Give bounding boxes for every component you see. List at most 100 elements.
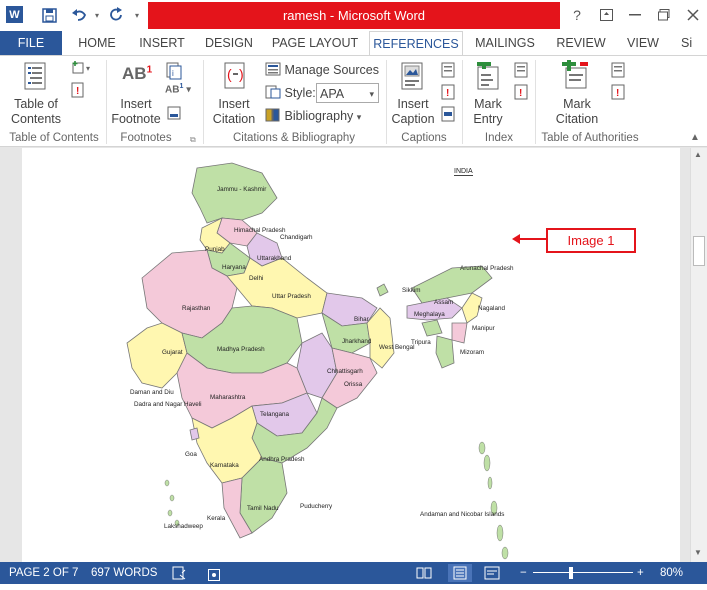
tab-view[interactable]: VIEW [620, 31, 666, 55]
map-label: Jammu - Kashmir [217, 186, 266, 193]
tab-design[interactable]: DESIGN [200, 31, 258, 55]
insert-caption-button[interactable]: Insert Caption [390, 97, 436, 127]
footnote-icon-text: AB [122, 64, 147, 83]
group-label-index: Index [484, 132, 514, 144]
print-layout-icon[interactable] [448, 564, 472, 582]
tab-review[interactable]: REVIEW [552, 31, 610, 55]
vertical-scrollbar[interactable]: ▲ ▼ [690, 148, 707, 562]
manage-sources-button[interactable]: Manage Sources [265, 60, 379, 80]
update-table-of-authorities-icon[interactable]: ! [611, 84, 625, 103]
map-label: Uttar Pradesh [272, 293, 311, 300]
ribbon: Table of Contents ▾ ! Table of Contents … [0, 55, 707, 147]
map-label: Daman and Diu [130, 389, 174, 396]
mark-citation-button[interactable]: Mark Citation [548, 97, 606, 127]
mark-entry-label-2: Entry [473, 112, 503, 126]
map-label: Chhattisgarh [327, 368, 363, 375]
map-label: Mizoram [460, 349, 484, 356]
restore-icon[interactable] [654, 5, 674, 25]
map-label: West Bengal [379, 344, 415, 351]
insert-endnote-icon[interactable]: i [165, 62, 183, 83]
map-label: Haryana [222, 264, 246, 271]
style-icon [265, 85, 281, 99]
close-icon[interactable] [683, 5, 703, 25]
map-label: Telangana [260, 411, 290, 418]
toc-label-1: Table of [14, 97, 58, 111]
next-footnote-icon[interactable]: AB1 ▾ [165, 83, 191, 95]
footnotes-launcher-icon[interactable]: ⧉ [190, 135, 196, 145]
toc-label-2: Contents [10, 112, 62, 126]
scroll-down-icon[interactable]: ▼ [694, 548, 702, 557]
footnote-icon-sup: 1 [146, 64, 153, 76]
word-logo-icon: W [6, 6, 23, 23]
tab-page-layout[interactable]: PAGE LAYOUT [268, 31, 362, 55]
mark-entry-button[interactable]: Mark Entry [466, 97, 510, 127]
zoom-slider-thumb[interactable] [569, 567, 573, 579]
group-divider [203, 60, 204, 144]
tab-file[interactable]: FILE [0, 31, 62, 55]
page-count[interactable]: PAGE 2 OF 7 [9, 562, 78, 584]
scroll-thumb[interactable] [693, 236, 705, 266]
map-label: Puducherry [300, 503, 333, 510]
proofing-icon[interactable] [172, 566, 186, 588]
insert-citation-button[interactable]: Insert Citation [206, 97, 262, 127]
zoom-slider[interactable] [533, 572, 633, 573]
mark-citation-icon [562, 57, 590, 93]
minimize-icon[interactable] [625, 5, 645, 25]
zoom-in-icon[interactable]: + [637, 562, 644, 584]
zoom-out-icon[interactable]: − [520, 562, 527, 584]
table-of-contents-button[interactable]: Table of Contents [5, 97, 67, 127]
zoom-level[interactable]: 80% [660, 562, 683, 584]
map-label: Lakshadweep [164, 523, 203, 530]
ribbon-display-icon[interactable] [596, 5, 616, 25]
insert-footnote-label-2: Footnote [111, 112, 161, 126]
svg-text:(: ( [227, 66, 232, 82]
style-dropdown[interactable]: APA ▾ [316, 83, 379, 103]
callout-arrow-icon [512, 234, 546, 244]
svg-text:!: ! [616, 88, 619, 99]
group-label-footnotes: Footnotes [120, 132, 172, 144]
group-divider [106, 60, 107, 144]
collapse-ribbon-icon[interactable]: ▲ [690, 132, 700, 143]
undo-icon[interactable] [70, 6, 88, 24]
web-layout-icon[interactable] [484, 566, 500, 588]
word-count[interactable]: 697 WORDS [91, 562, 157, 584]
bibliography-label: Bibliography [284, 109, 354, 123]
update-table-icon[interactable]: ! [71, 82, 85, 101]
tab-insert[interactable]: INSERT [134, 31, 190, 55]
india-map-image[interactable]: Jammu - Kashmir Himachal Pradesh Chandig… [122, 158, 642, 568]
svg-text:!: ! [446, 88, 449, 99]
table-of-contents-icon [24, 62, 46, 93]
map-label: Goa [185, 451, 197, 458]
save-icon[interactable] [40, 6, 58, 24]
insert-table-of-authorities-icon[interactable] [611, 62, 625, 81]
help-icon[interactable]: ? [567, 5, 587, 25]
manage-sources-label: Manage Sources [284, 63, 379, 77]
update-index-icon[interactable]: ! [514, 84, 528, 103]
insert-table-of-figures-icon[interactable] [441, 62, 455, 81]
undo-dropdown-icon[interactable]: ▾ [88, 6, 106, 24]
tab-home[interactable]: HOME [70, 31, 124, 55]
map-label: Rajasthan [182, 305, 211, 312]
document-page[interactable]: INDIA Jammu - Kashmir Himachal Pradesh C… [22, 148, 680, 562]
cross-reference-icon[interactable] [441, 106, 455, 125]
insert-footnote-button[interactable]: Insert Footnote [108, 97, 164, 127]
read-mode-icon[interactable] [416, 566, 432, 588]
macro-icon[interactable] [208, 567, 220, 589]
svg-text:i: i [172, 69, 174, 78]
map-label: Assam [434, 299, 453, 306]
customize-toolbar-icon[interactable]: ▾ [128, 6, 146, 24]
redo-icon[interactable] [108, 6, 126, 24]
tab-references[interactable]: REFERENCES [369, 31, 463, 56]
map-label: Himachal Pradesh [234, 227, 286, 234]
tab-mailings[interactable]: MAILINGS [470, 31, 540, 55]
add-text-icon[interactable]: ▾ [71, 61, 93, 78]
group-divider [535, 60, 536, 144]
insert-index-icon[interactable] [514, 62, 528, 81]
ribbon-tabs: FILE HOME INSERT DESIGN PAGE LAYOUT REFE… [0, 31, 707, 56]
group-label-captions: Captions [401, 132, 447, 144]
scroll-up-icon[interactable]: ▲ [694, 150, 702, 159]
update-table-of-figures-icon[interactable]: ! [441, 84, 455, 103]
bibliography-button[interactable]: Bibliography ▾ [265, 106, 361, 126]
tab-overflow[interactable]: Si [681, 31, 707, 55]
show-notes-icon[interactable] [167, 106, 181, 123]
